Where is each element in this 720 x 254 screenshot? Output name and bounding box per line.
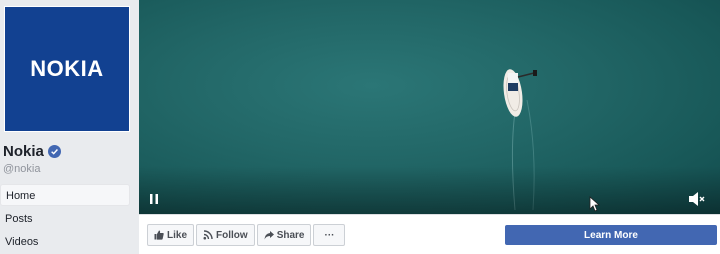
video-controls-overlay — [139, 166, 720, 214]
page-action-bar: Like Follow Share ··· Learn More — [139, 214, 720, 254]
share-arrow-icon — [264, 231, 274, 240]
follow-button[interactable]: Follow — [196, 224, 255, 246]
cover-video[interactable] — [139, 0, 720, 214]
nav-item-videos[interactable]: Videos — [0, 231, 130, 253]
action-button-group: Like Follow Share ··· — [147, 224, 347, 246]
rss-icon — [203, 230, 213, 240]
follow-label: Follow — [216, 229, 248, 241]
thumbs-up-icon — [154, 230, 164, 240]
learn-more-label: Learn More — [584, 229, 638, 241]
paddleboarder — [503, 69, 537, 117]
share-label: Share — [276, 229, 305, 241]
learn-more-button[interactable]: Learn More — [505, 225, 717, 245]
page-handle: @nokia — [3, 163, 41, 175]
like-label: Like — [167, 229, 188, 241]
nav-item-posts[interactable]: Posts — [0, 208, 130, 230]
page-nav: Home Posts Videos — [0, 184, 130, 254]
verified-badge-icon — [47, 145, 61, 158]
like-button[interactable]: Like — [147, 224, 195, 246]
logo-text: NOKIA — [30, 56, 104, 81]
profile-picture[interactable]: NOKIA — [4, 6, 130, 132]
share-button[interactable]: Share — [256, 224, 312, 246]
more-options-button[interactable]: ··· — [313, 224, 346, 246]
page-name-label: Nokia — [3, 143, 44, 160]
nav-item-home[interactable]: Home — [0, 184, 130, 206]
volume-muted-icon[interactable] — [688, 191, 706, 207]
more-options-icon: ··· — [324, 229, 335, 241]
nokia-logo: NOKIA — [5, 7, 129, 131]
mouse-cursor-icon — [589, 196, 601, 212]
page-title[interactable]: Nokia — [3, 143, 61, 160]
left-column: NOKIA Nokia @nokia Home Posts Videos — [0, 0, 134, 254]
pause-icon[interactable] — [149, 193, 159, 205]
